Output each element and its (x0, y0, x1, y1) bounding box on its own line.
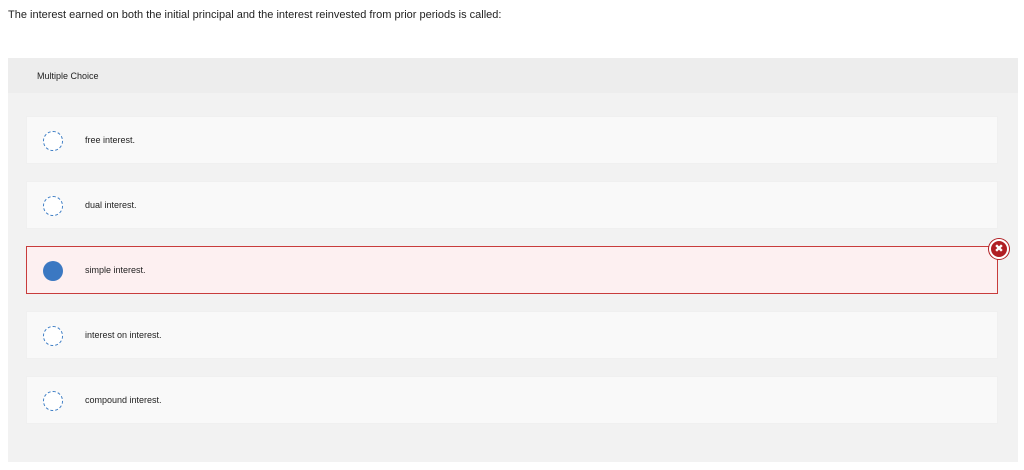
choice-option-4[interactable]: interest on interest. (26, 311, 998, 359)
choice-option-2[interactable]: dual interest. (26, 181, 998, 229)
incorrect-x-icon: ✖ (989, 239, 1009, 259)
choice-option-5[interactable]: compound interest. (26, 376, 998, 424)
multiple-choice-panel: Multiple Choice free interest. dual inte… (8, 58, 1018, 462)
choice-option-1[interactable]: free interest. (26, 116, 998, 164)
radio-button[interactable] (43, 326, 63, 346)
choice-option-3-selected[interactable]: simple interest. ✖ (26, 239, 1009, 294)
panel-title: Multiple Choice (37, 71, 99, 81)
choice-label: dual interest. (85, 200, 137, 210)
choice-label: interest on interest. (85, 330, 162, 340)
choice-label: free interest. (85, 135, 136, 145)
radio-button[interactable] (43, 196, 63, 216)
panel-header: Multiple Choice (8, 58, 1018, 93)
radio-button[interactable] (43, 391, 63, 411)
choice-label: simple interest. (85, 265, 146, 275)
choice-label: compound interest. (85, 395, 162, 405)
radio-button[interactable] (43, 131, 63, 151)
question-text: The interest earned on both the initial … (8, 9, 502, 21)
radio-button-selected[interactable] (43, 261, 63, 281)
